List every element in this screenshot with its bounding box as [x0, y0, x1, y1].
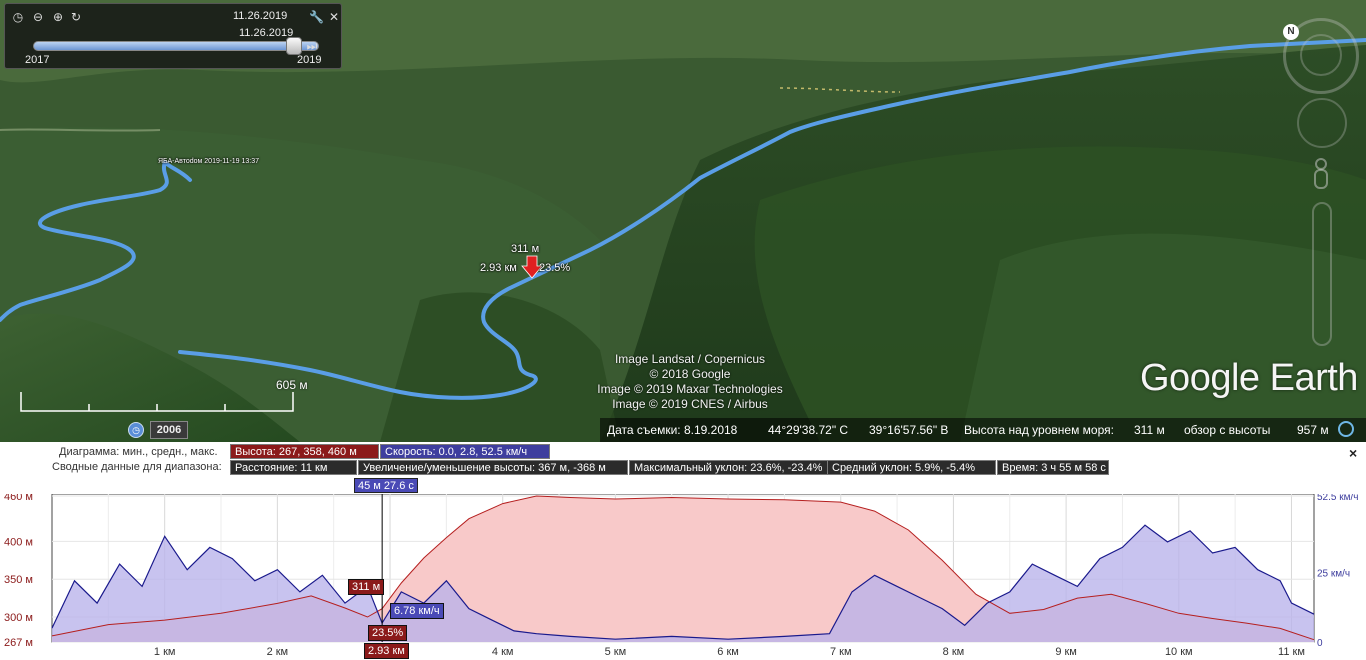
zoom-out-icon[interactable]: ⊖: [31, 10, 45, 24]
status-bar: Дата съемки: 8.19.2018 44°29'38.72" С 39…: [600, 418, 1366, 442]
longitude: 39°16'57.56" В: [869, 423, 949, 437]
eye-altitude-label: обзор с высоты: [1184, 423, 1271, 437]
attribution-line-3: Image © 2019 Maxar Technologies: [597, 382, 783, 396]
current-date: 11.26.2019: [233, 10, 288, 22]
scale-label: 605 м: [276, 378, 308, 392]
track-start-label: ЯБА-Aвтоdoм 2019-11-19 13:37: [158, 158, 260, 165]
elevation-speed-chart[interactable]: 1 км2 км3 км4 км5 км6 км7 км8 км9 км10 к…: [0, 494, 1366, 660]
marker-distance-label: 2.93 км: [480, 262, 517, 274]
y-right-tick-label: 25 км/ч: [1317, 568, 1350, 579]
cursor-distance-tag: 2.93 км: [364, 643, 409, 659]
clock-icon[interactable]: ◷: [11, 10, 25, 24]
y-right-tick-label: 52.5 км/ч: [1317, 494, 1358, 503]
attribution-line-1: Image Landsat / Copernicus: [614, 352, 766, 366]
cursor-speed-tag: 6.78 км/ч: [390, 603, 444, 619]
marker-elevation-label: 311 м: [511, 243, 540, 255]
earth-3d-view[interactable]: 311 м 2.93 км 23.5% ЯБА-Aвтоdoм 2019-11-…: [0, 0, 1366, 442]
globe-status-icon: [1338, 421, 1354, 437]
height-stats-toggle[interactable]: Высота: 267, 358, 460 м: [230, 444, 379, 459]
marker-slope-label: 23.5%: [539, 262, 571, 274]
capture-date: Дата съемки: 8.19.2018: [607, 423, 738, 437]
wrench-icon[interactable]: 🔧: [309, 10, 324, 24]
y-left-tick-label: 350 м: [4, 574, 33, 586]
elevation-profile-panel[interactable]: Диаграмма: мин., средн., макс. Высота: 2…: [0, 442, 1366, 660]
time-track[interactable]: [33, 41, 319, 51]
attribution-line-2: © 2018 Google: [649, 367, 731, 381]
y-left-tick-label: 300 м: [4, 612, 33, 624]
y-axis-left: 460 м 400 м 350 м 300 м 267 м: [4, 494, 33, 649]
x-tick-label: 5 км: [605, 646, 627, 658]
north-compass-icon[interactable]: N: [1283, 24, 1299, 40]
imagery-attribution: Image Landsat / Copernicus © 2018 Google…: [560, 352, 820, 412]
summary-label: Сводные данные для диапазона:: [52, 461, 222, 473]
pegman-icon[interactable]: [1310, 158, 1332, 194]
historical-year-badge[interactable]: 2006: [150, 421, 188, 439]
x-tick-label: 9 км: [1055, 646, 1077, 658]
summary-max-slope: Максимальный уклон: 23.6%, -23.4%: [629, 460, 829, 475]
summary-gain-loss: Увеличение/уменьшение высоты: 367 м, -36…: [358, 460, 628, 475]
y-right-tick-label: 0: [1317, 638, 1323, 649]
x-tick-label: 6 км: [717, 646, 739, 658]
time-thumb[interactable]: [286, 37, 302, 55]
elevation-label: Высота над уровнем моря:: [964, 423, 1114, 437]
close-profile-button[interactable]: ×: [1349, 445, 1357, 461]
look-joystick-inner[interactable]: [1300, 34, 1342, 76]
eye-altitude-value: 957 м: [1297, 423, 1329, 437]
range-start: 2017: [25, 54, 50, 66]
x-tick-label: 11 км: [1278, 646, 1305, 658]
close-icon[interactable]: ✕: [327, 10, 341, 24]
elevation-value: 311 м: [1134, 423, 1165, 437]
profile-header: Диаграмма: мин., средн., макс. Высота: 2…: [0, 442, 1366, 494]
cursor-slope-tag: 23.5%: [368, 625, 408, 641]
historical-imagery-slider[interactable]: ◷ ⊖ ⊕ ↻ 11.26.2019 🔧 ✕ 11.26.2019 ⏮ ⏭ 20…: [4, 3, 342, 69]
zoom-in-icon[interactable]: ⊕: [51, 10, 65, 24]
x-tick-label: 1 км: [154, 646, 176, 658]
thumb-date: 11.26.2019: [239, 27, 294, 39]
skip-forward-icon[interactable]: ⏭: [305, 39, 319, 53]
scale-bar: [20, 392, 294, 412]
move-joystick[interactable]: [1297, 98, 1347, 148]
google-earth-logo: Google Earth: [1140, 357, 1358, 399]
latitude: 44°29'38.72" С: [768, 423, 849, 437]
y-left-tick-label: 460 м: [4, 494, 33, 503]
refresh-icon[interactable]: ↻: [69, 10, 83, 24]
cursor-time-tag: 45 м 27.6 с: [354, 478, 418, 493]
cursor-elevation-tag: 311 м: [348, 579, 385, 595]
y-left-tick-label: 267 м: [4, 637, 33, 649]
summary-time: Время: 3 ч 55 м 58 с: [997, 460, 1109, 475]
speed-stats-toggle[interactable]: Скорость: 0.0, 2.8, 52.5 км/ч: [380, 444, 550, 459]
y-axis-right: 52.5 км/ч 25 км/ч 0: [1317, 494, 1358, 649]
x-tick-label: 2 км: [267, 646, 289, 658]
x-tick-label: 4 км: [492, 646, 514, 658]
x-tick-label: 8 км: [943, 646, 965, 658]
x-tick-label: 7 км: [830, 646, 852, 658]
range-end: 2019: [297, 54, 322, 66]
y-left-tick-label: 400 м: [4, 536, 33, 548]
summary-avg-slope: Средний уклон: 5.9%, -5.4%: [827, 460, 996, 475]
chart-mode-label: Диаграмма: мин., средн., макс.: [59, 446, 218, 458]
historical-imagery-icon[interactable]: ◷: [128, 422, 144, 438]
zoom-slider[interactable]: [1312, 202, 1332, 346]
attribution-line-4: Image © 2019 CNES / Airbus: [612, 397, 768, 411]
x-axis-ticks: 1 км2 км3 км4 км5 км6 км7 км8 км9 км10 к…: [154, 646, 1305, 658]
summary-distance: Расстояние: 11 км: [230, 460, 357, 475]
x-tick-label: 10 км: [1165, 646, 1193, 658]
